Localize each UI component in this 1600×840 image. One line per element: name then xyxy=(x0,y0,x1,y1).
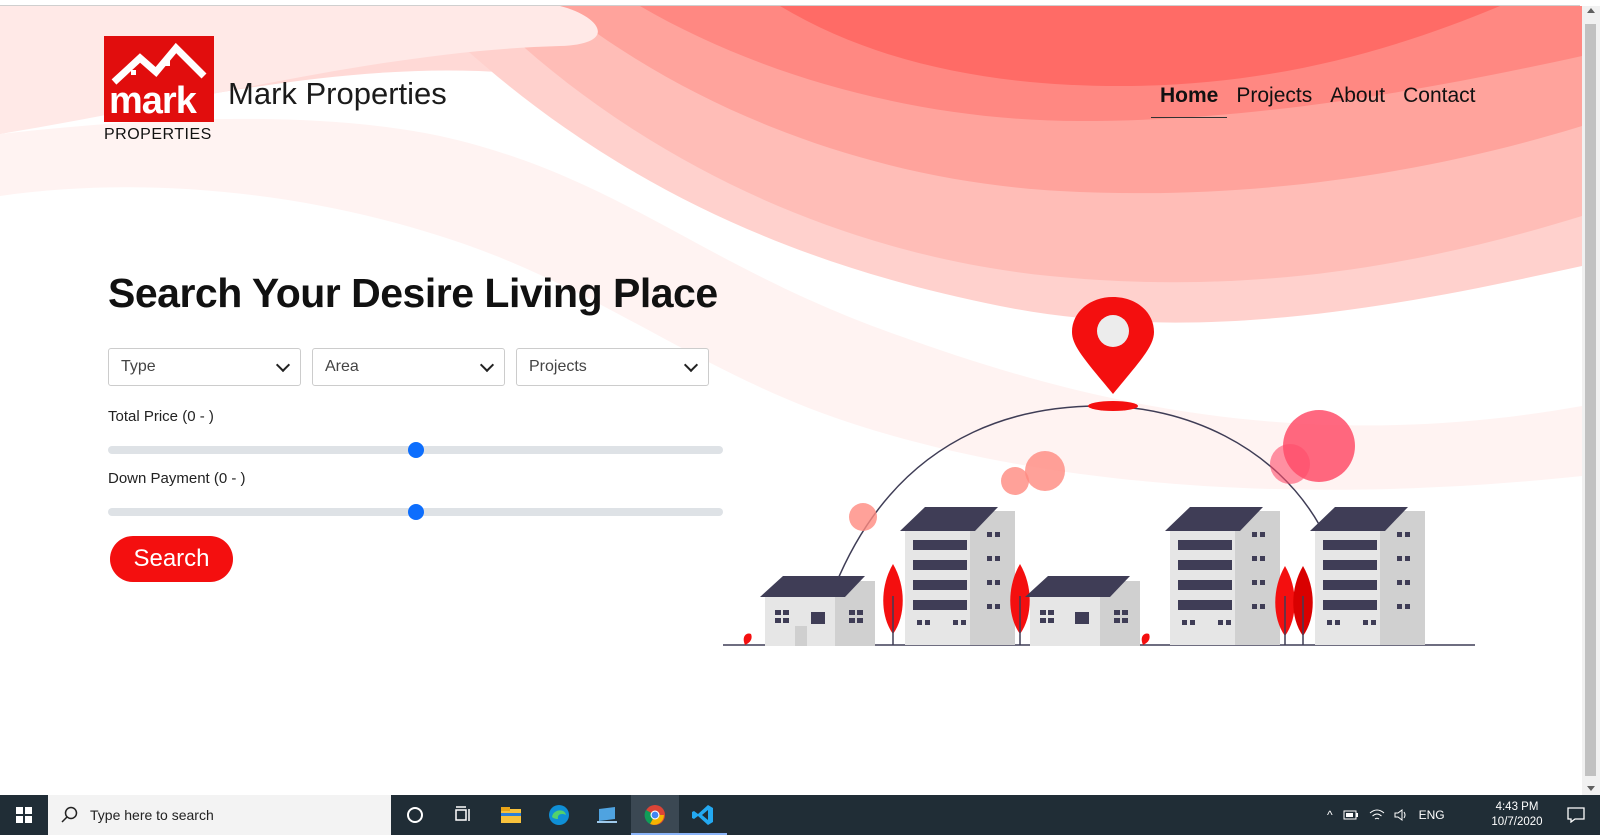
task-view-button[interactable] xyxy=(439,795,487,835)
tower-2 xyxy=(1165,507,1280,645)
down-payment-slider[interactable] xyxy=(108,504,723,520)
system-tray: ^ ENG xyxy=(1327,795,1445,835)
store-icon xyxy=(597,807,617,823)
notification-icon xyxy=(1567,807,1585,823)
type-select-value: Type xyxy=(121,358,156,375)
search-button[interactable]: Search xyxy=(110,536,233,582)
logo-subtitle: PROPERTIES xyxy=(104,126,212,143)
total-price-slider-thumb[interactable] xyxy=(407,442,424,458)
nav-about[interactable]: About xyxy=(1330,84,1385,108)
tree xyxy=(883,564,903,645)
nav-contact[interactable]: Contact xyxy=(1403,84,1475,108)
logo-word: mark xyxy=(109,80,197,122)
chevron-down-icon xyxy=(683,357,699,372)
windows-start-button[interactable] xyxy=(0,795,48,835)
chevron-down-icon xyxy=(275,357,291,372)
chrome-button[interactable] xyxy=(631,795,679,835)
vscode-icon xyxy=(692,805,713,825)
tree-pair xyxy=(1275,566,1313,645)
total-price-label: Total Price (0 - ) xyxy=(108,408,214,425)
cortana-circle-icon xyxy=(407,807,423,823)
battery-icon[interactable] xyxy=(1343,809,1359,821)
taskbar-search-box[interactable]: Type here to search xyxy=(48,795,391,835)
tower-1 xyxy=(900,507,1015,645)
chevron-up-icon[interactable]: ^ xyxy=(1327,808,1333,822)
browser-top-edge xyxy=(0,0,1580,6)
cortana-button[interactable] xyxy=(391,795,439,835)
scroll-down-arrow-icon[interactable] xyxy=(1587,786,1595,791)
scroll-up-arrow-icon[interactable] xyxy=(1587,8,1595,13)
wifi-icon[interactable] xyxy=(1369,808,1385,822)
clock-time: 4:43 PM xyxy=(1495,801,1539,813)
file-explorer-icon xyxy=(501,807,521,823)
projects-select[interactable]: Projects xyxy=(516,348,709,386)
taskbar-search-placeholder: Type here to search xyxy=(90,807,214,823)
logo-mark: mark xyxy=(104,36,214,122)
store-button[interactable] xyxy=(583,795,631,835)
windows-taskbar: Type here to search ^ ENG 4:43 PM 10/7/2… xyxy=(0,795,1600,835)
edge-icon xyxy=(549,805,569,825)
chevron-down-icon xyxy=(479,357,495,372)
search-icon xyxy=(61,806,78,823)
vscode-button[interactable] xyxy=(679,795,727,835)
file-explorer-button[interactable] xyxy=(487,795,535,835)
filter-selects: Type Area Projects xyxy=(108,348,709,386)
volume-icon[interactable] xyxy=(1393,808,1409,822)
city-location-illustration xyxy=(723,297,1475,646)
area-select[interactable]: Area xyxy=(312,348,505,386)
area-select-value: Area xyxy=(325,358,359,375)
logo[interactable]: mark PROPERTIES xyxy=(104,36,218,144)
down-payment-label: Down Payment (0 - ) xyxy=(108,470,246,487)
type-select[interactable]: Type xyxy=(108,348,301,386)
taskbar-clock[interactable]: 4:43 PM 10/7/2020 xyxy=(1482,800,1552,830)
map-pin-icon xyxy=(1072,297,1154,411)
nav-projects[interactable]: Projects xyxy=(1236,84,1312,108)
house-middle xyxy=(1025,576,1140,646)
tower-3 xyxy=(1310,507,1425,645)
scrollbar-thumb[interactable] xyxy=(1585,24,1596,776)
clock-date: 10/7/2020 xyxy=(1491,816,1543,828)
web-page: mark PROPERTIES Mark Properties Home Pro… xyxy=(0,6,1582,795)
house-left xyxy=(760,576,875,646)
chrome-icon xyxy=(644,805,665,825)
total-price-slider[interactable] xyxy=(108,442,723,458)
page-title: Search Your Desire Living Place xyxy=(108,270,718,316)
action-center-button[interactable] xyxy=(1552,795,1600,835)
task-view-icon xyxy=(455,806,470,821)
brand-name[interactable]: Mark Properties xyxy=(228,76,447,112)
edge-button[interactable] xyxy=(535,795,583,835)
down-payment-slider-thumb[interactable] xyxy=(407,504,424,520)
main-nav: Home Projects About Contact xyxy=(1150,84,1475,118)
nav-home[interactable]: Home xyxy=(1150,84,1228,118)
projects-select-value: Projects xyxy=(529,358,587,375)
vertical-scrollbar[interactable] xyxy=(1582,6,1600,795)
language-indicator[interactable]: ENG xyxy=(1419,808,1445,822)
windows-logo-icon xyxy=(16,807,32,823)
